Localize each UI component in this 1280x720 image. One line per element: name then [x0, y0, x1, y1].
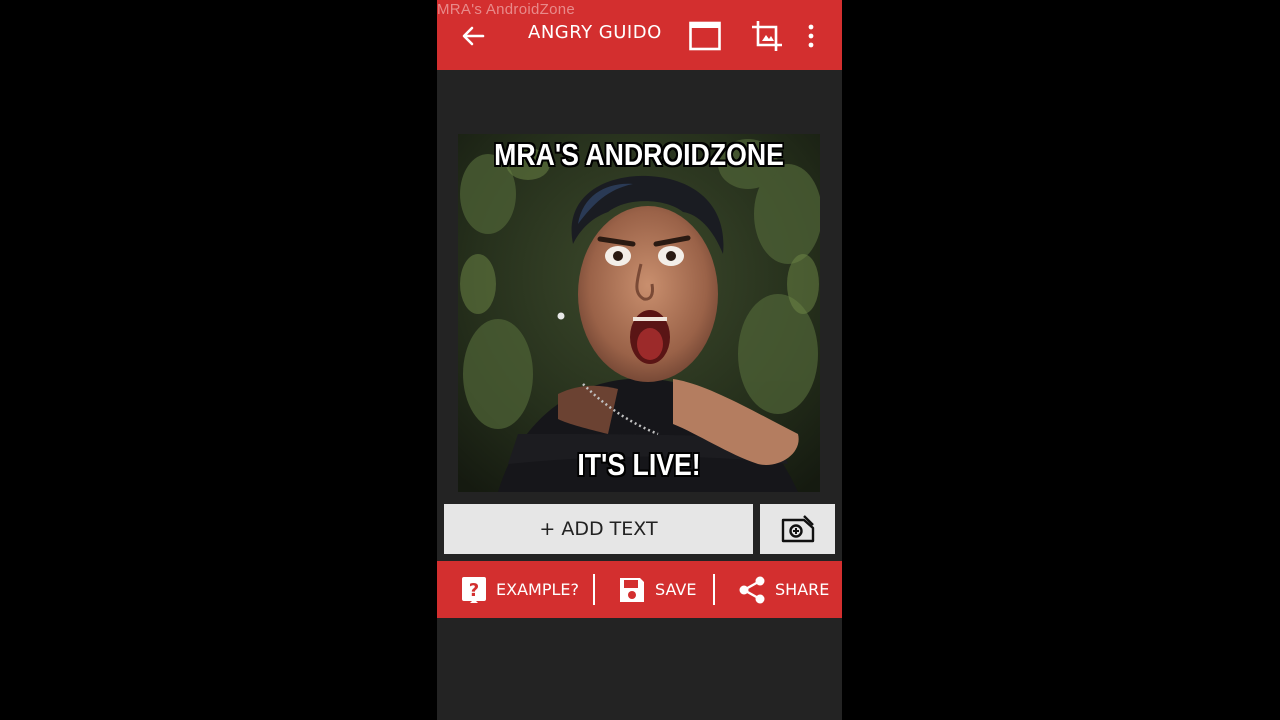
- aspect-ratio-icon[interactable]: [689, 21, 721, 51]
- meme-top-text[interactable]: MRA'S ANDROIDZONE: [483, 137, 794, 173]
- help-icon: ?: [462, 576, 486, 603]
- share-button[interactable]: SHARE: [738, 561, 829, 618]
- meme-photo: [458, 134, 820, 492]
- arrow-left-icon[interactable]: [459, 22, 487, 50]
- crop-icon[interactable]: [750, 19, 784, 53]
- watermark: MRA's AndroidZone: [437, 1, 576, 18]
- page-title: ANGRY GUIDO: [528, 22, 662, 43]
- save-button[interactable]: SAVE: [618, 561, 696, 618]
- meme-image[interactable]: MRA'S ANDROIDZONE IT'S LIVE!: [458, 134, 820, 492]
- add-image-button[interactable]: [760, 504, 835, 554]
- divider: [593, 574, 595, 605]
- action-bar: ? EXAMPLE? SAVE SHARE: [437, 561, 842, 618]
- save-icon: [620, 577, 644, 602]
- example-label: EXAMPLE?: [496, 580, 579, 599]
- save-label: SAVE: [655, 580, 697, 599]
- example-button[interactable]: ? EXAMPLE?: [461, 561, 579, 618]
- divider: [713, 574, 715, 605]
- meme-bottom-text[interactable]: IT'S LIVE!: [483, 447, 794, 483]
- share-label: SHARE: [775, 580, 830, 599]
- more-vert-icon[interactable]: [803, 22, 819, 50]
- svg-text:?: ?: [469, 580, 479, 601]
- add-text-button[interactable]: + ADD TEXT: [444, 504, 753, 554]
- phone-screen: ANGRY GUIDO MRA'S ANDROIDZONE IT'S LIVE!…: [437, 0, 842, 720]
- share-icon: [739, 576, 765, 603]
- add-image-icon: [781, 515, 814, 543]
